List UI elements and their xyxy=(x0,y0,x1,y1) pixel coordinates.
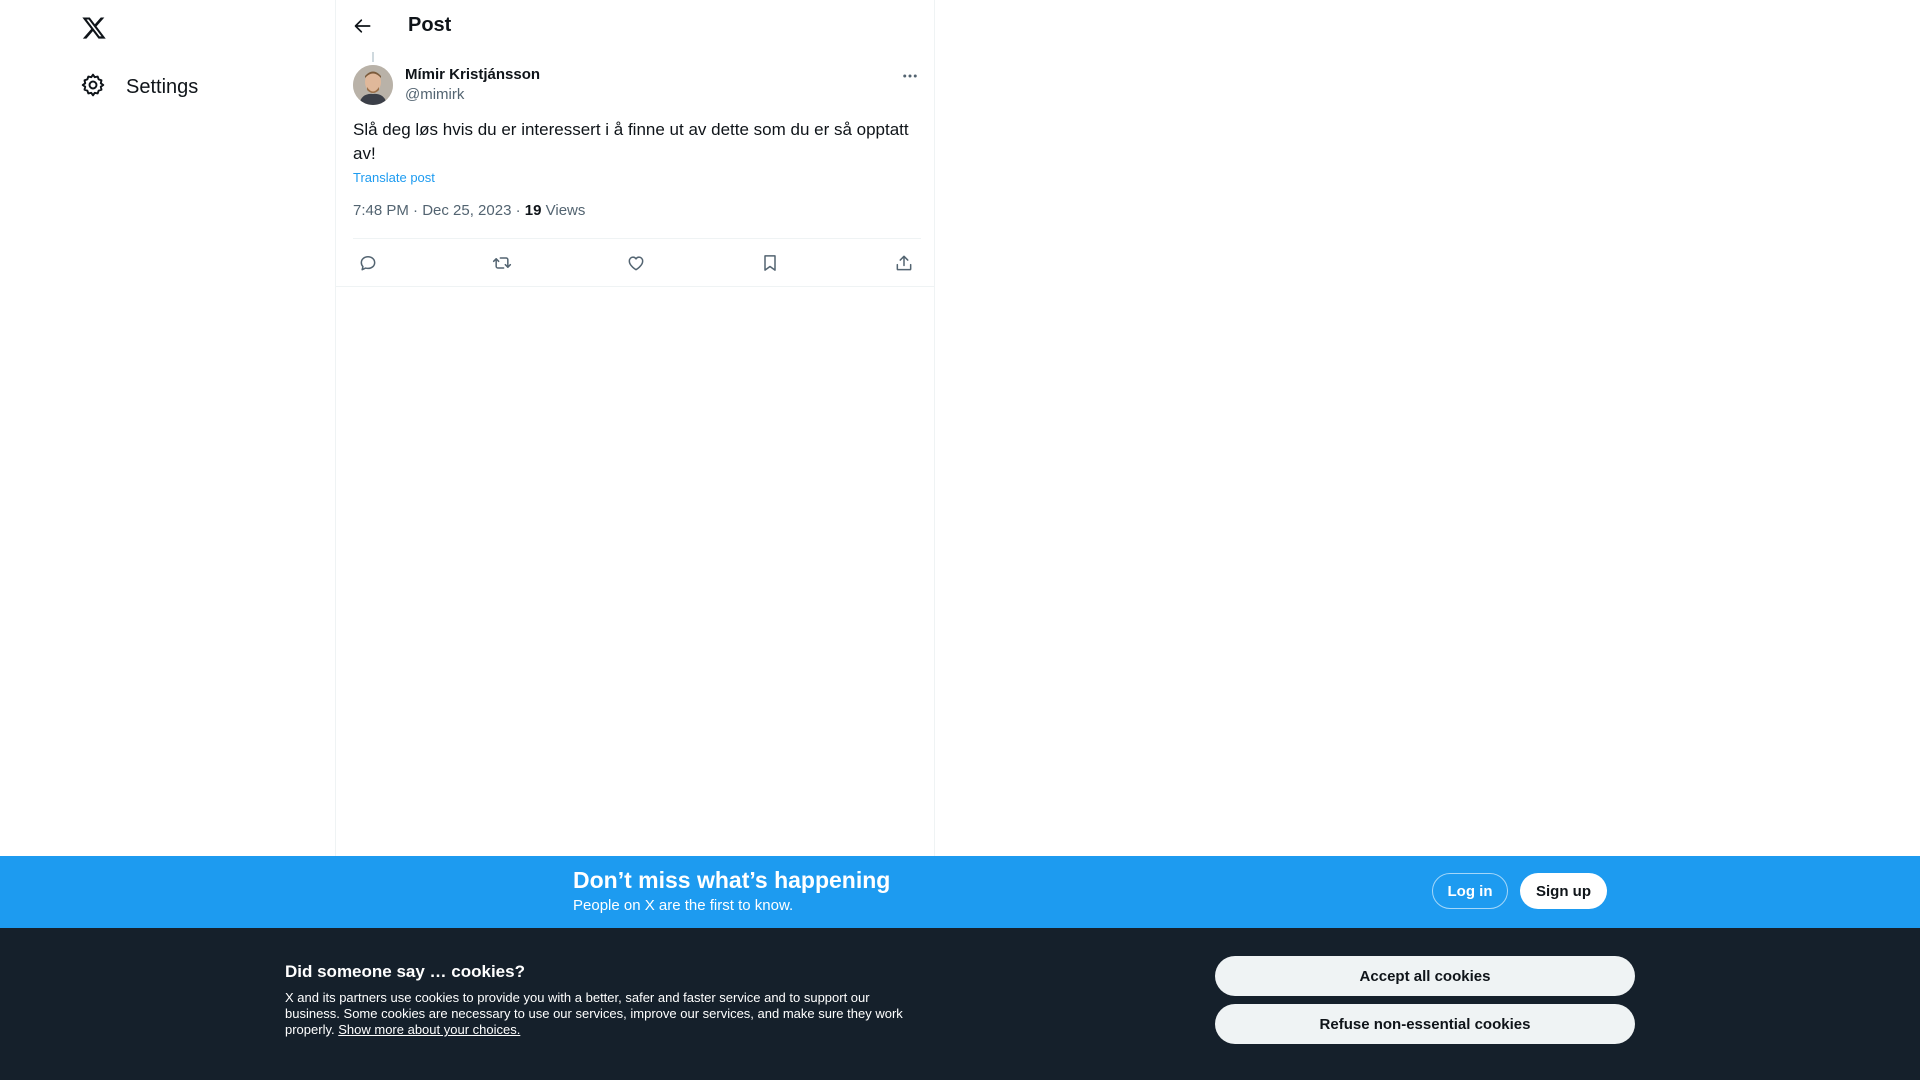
gear-icon xyxy=(80,72,106,103)
banner-title: Don’t miss what’s happening xyxy=(573,867,891,893)
main-column: Post Mímir Kristjánsson @mimirk Slå deg … xyxy=(335,0,935,856)
login-banner: Don’t miss what’s happening People on X … xyxy=(0,856,1920,928)
divider xyxy=(336,286,934,287)
more-dots-icon xyxy=(903,74,917,78)
views-label: Views xyxy=(541,202,586,219)
post-timestamp[interactable]: 7:48 PM · Dec 25, 2023 xyxy=(353,202,511,219)
sidebar-item-label: Settings xyxy=(126,75,199,98)
bookmark-icon xyxy=(764,255,776,271)
page-header: Post xyxy=(336,0,934,53)
x-logo-icon[interactable] xyxy=(78,12,110,44)
accept-cookies-button[interactable]: Accept all cookies xyxy=(1215,956,1635,996)
cookie-choices-link[interactable]: Show more about your choices. xyxy=(338,1022,520,1037)
views-count: 19 xyxy=(524,202,542,219)
reply-icon xyxy=(360,256,376,271)
repost-button[interactable] xyxy=(487,248,517,278)
author-name[interactable]: Mímir Kristjánsson xyxy=(405,66,540,83)
post-text: Slå deg løs hvis du er interessert i å f… xyxy=(353,120,909,163)
banner-subtitle: People on X are the first to know. xyxy=(573,897,794,914)
left-sidebar: Settings xyxy=(0,0,335,856)
divider xyxy=(353,238,921,239)
bookmark-button[interactable] xyxy=(755,248,785,278)
thread-connector xyxy=(372,52,374,62)
cookie-description: X and its partners use cookies to provid… xyxy=(285,990,905,1038)
translate-post-link[interactable]: Translate post xyxy=(353,170,435,185)
heart-icon xyxy=(628,256,644,271)
author-handle[interactable]: @mimirk xyxy=(405,86,464,103)
sign-up-button[interactable]: Sign up xyxy=(1520,873,1607,909)
share-button[interactable] xyxy=(889,248,919,278)
share-icon xyxy=(896,255,912,271)
post-actions xyxy=(353,248,921,278)
arrow-left-icon xyxy=(354,19,371,33)
meta-separator: · xyxy=(511,202,525,219)
refuse-cookies-button[interactable]: Refuse non-essential cookies xyxy=(1215,1004,1635,1044)
reply-button[interactable] xyxy=(353,248,383,278)
page-title: Post xyxy=(408,14,452,36)
like-button[interactable] xyxy=(621,248,651,278)
more-options-button[interactable] xyxy=(898,64,922,88)
cookie-consent-bar: Did someone say … cookies? X and its par… xyxy=(0,928,1920,1080)
repost-icon xyxy=(492,257,512,269)
log-in-button[interactable]: Log in xyxy=(1432,873,1508,909)
sidebar-item-settings[interactable]: Settings xyxy=(68,64,210,110)
avatar[interactable] xyxy=(353,65,393,105)
back-button[interactable] xyxy=(346,9,380,43)
cookie-title: Did someone say … cookies? xyxy=(285,962,525,981)
post-meta: 7:48 PM · Dec 25, 2023 · 19 Views xyxy=(353,202,585,219)
